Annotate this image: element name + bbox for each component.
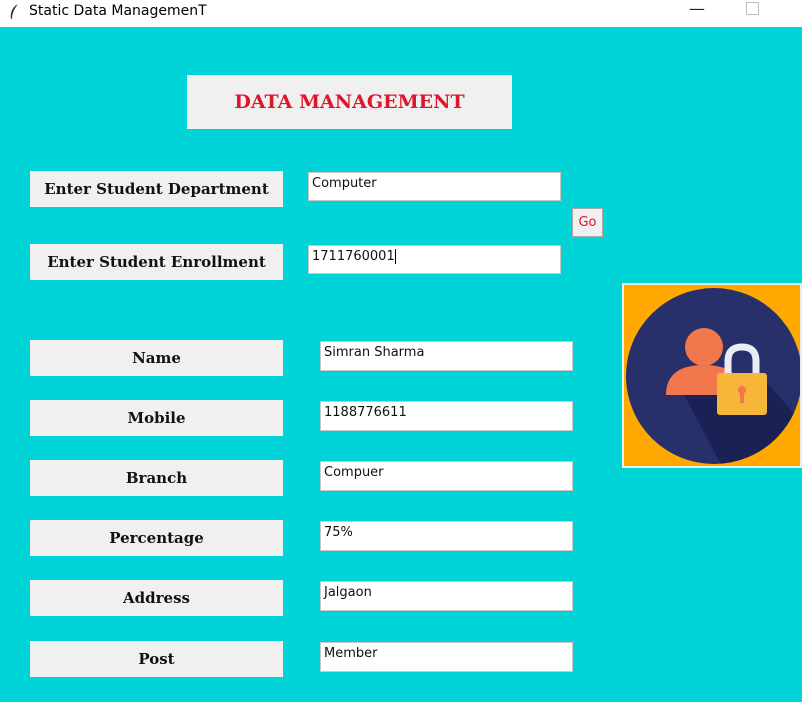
user-lock-icon [626, 288, 800, 464]
enrollment-input[interactable]: 1711760001 [308, 245, 561, 274]
maximize-button[interactable] [746, 2, 759, 15]
percentage-label: Percentage [30, 520, 283, 556]
text-caret [394, 249, 396, 264]
go-button[interactable]: Go [572, 208, 603, 237]
page-heading: DATA MANAGEMENT [187, 75, 512, 129]
department-input[interactable]: Computer [308, 172, 561, 201]
minimize-button[interactable]: — [682, 0, 712, 20]
address-input[interactable]: Jalgaon [320, 581, 573, 611]
department-label: Enter Student Department [30, 171, 283, 207]
name-input[interactable]: Simran Sharma [320, 341, 573, 371]
enrollment-value: 1711760001 [312, 249, 395, 264]
enrollment-label: Enter Student Enrollment [30, 244, 283, 280]
address-label: Address [30, 580, 283, 616]
window-title: Static Data ManagemenT [29, 3, 207, 19]
post-input[interactable]: Member [320, 642, 573, 672]
name-label: Name [30, 340, 283, 376]
mobile-input[interactable]: 1188776611 [320, 401, 573, 431]
mobile-label: Mobile [30, 400, 283, 436]
user-lock-image [622, 283, 802, 468]
percentage-input[interactable]: 75% [320, 521, 573, 551]
branch-label: Branch [30, 460, 283, 496]
feather-icon [10, 4, 18, 19]
branch-input[interactable]: Compuer [320, 461, 573, 491]
post-label: Post [30, 641, 283, 677]
title-bar: Static Data ManagemenT — [0, 0, 802, 27]
